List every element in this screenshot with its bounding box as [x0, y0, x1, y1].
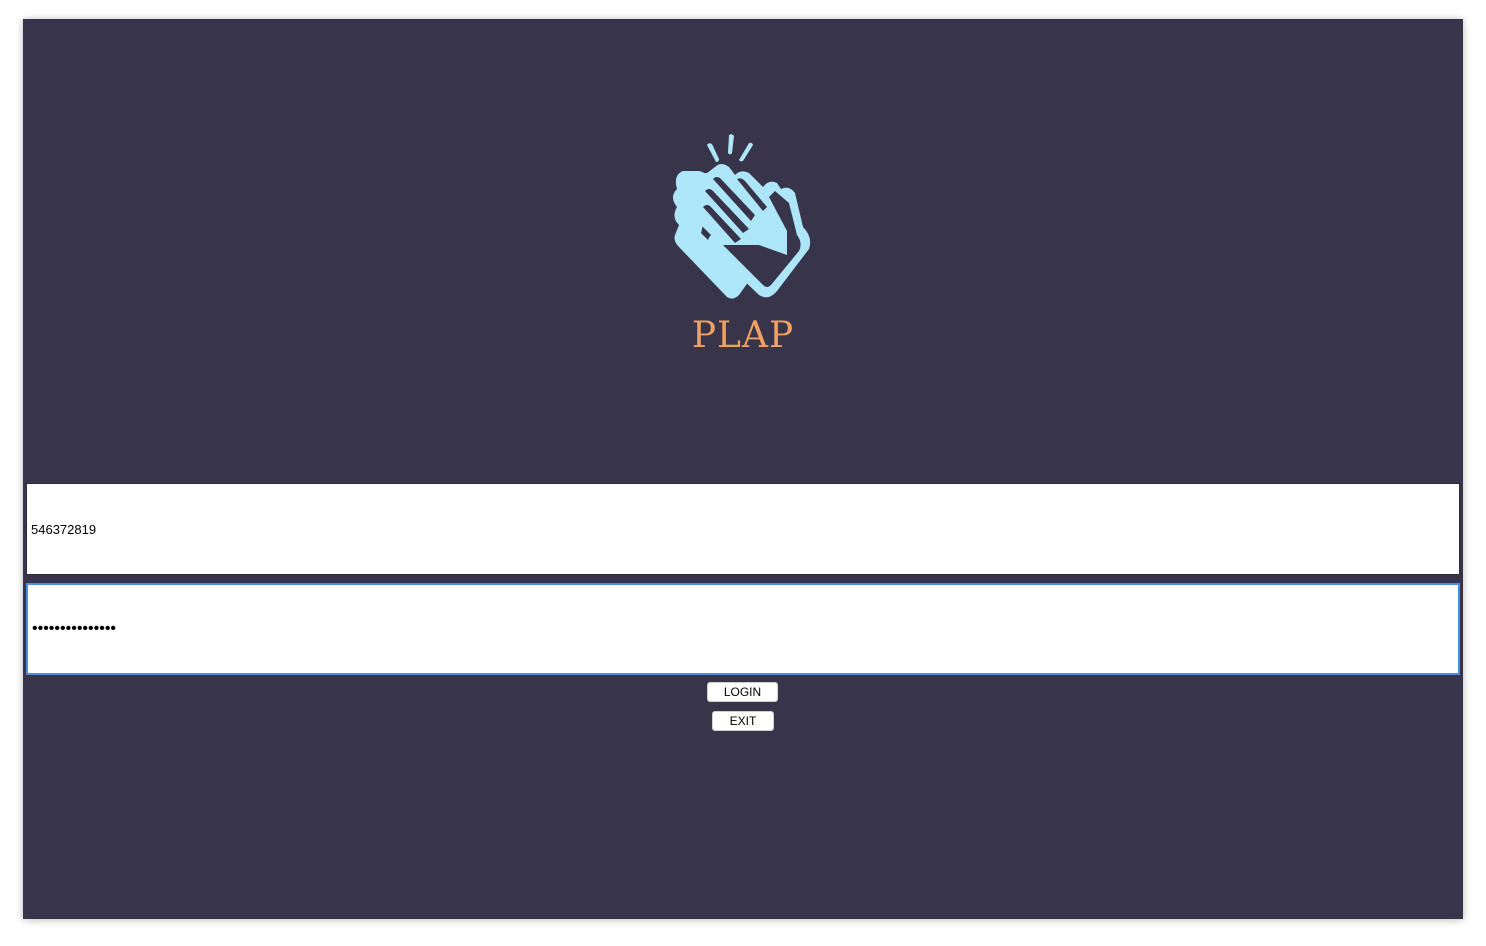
- app-brand-title: PLAP: [691, 315, 795, 356]
- username-input[interactable]: [26, 483, 1460, 575]
- password-input[interactable]: [26, 583, 1460, 675]
- exit-button[interactable]: EXIT: [712, 711, 774, 731]
- login-button[interactable]: LOGIN: [707, 682, 778, 702]
- login-window: PLAP LOGIN EXIT: [23, 19, 1463, 919]
- clapping-hands-icon: [671, 131, 815, 299]
